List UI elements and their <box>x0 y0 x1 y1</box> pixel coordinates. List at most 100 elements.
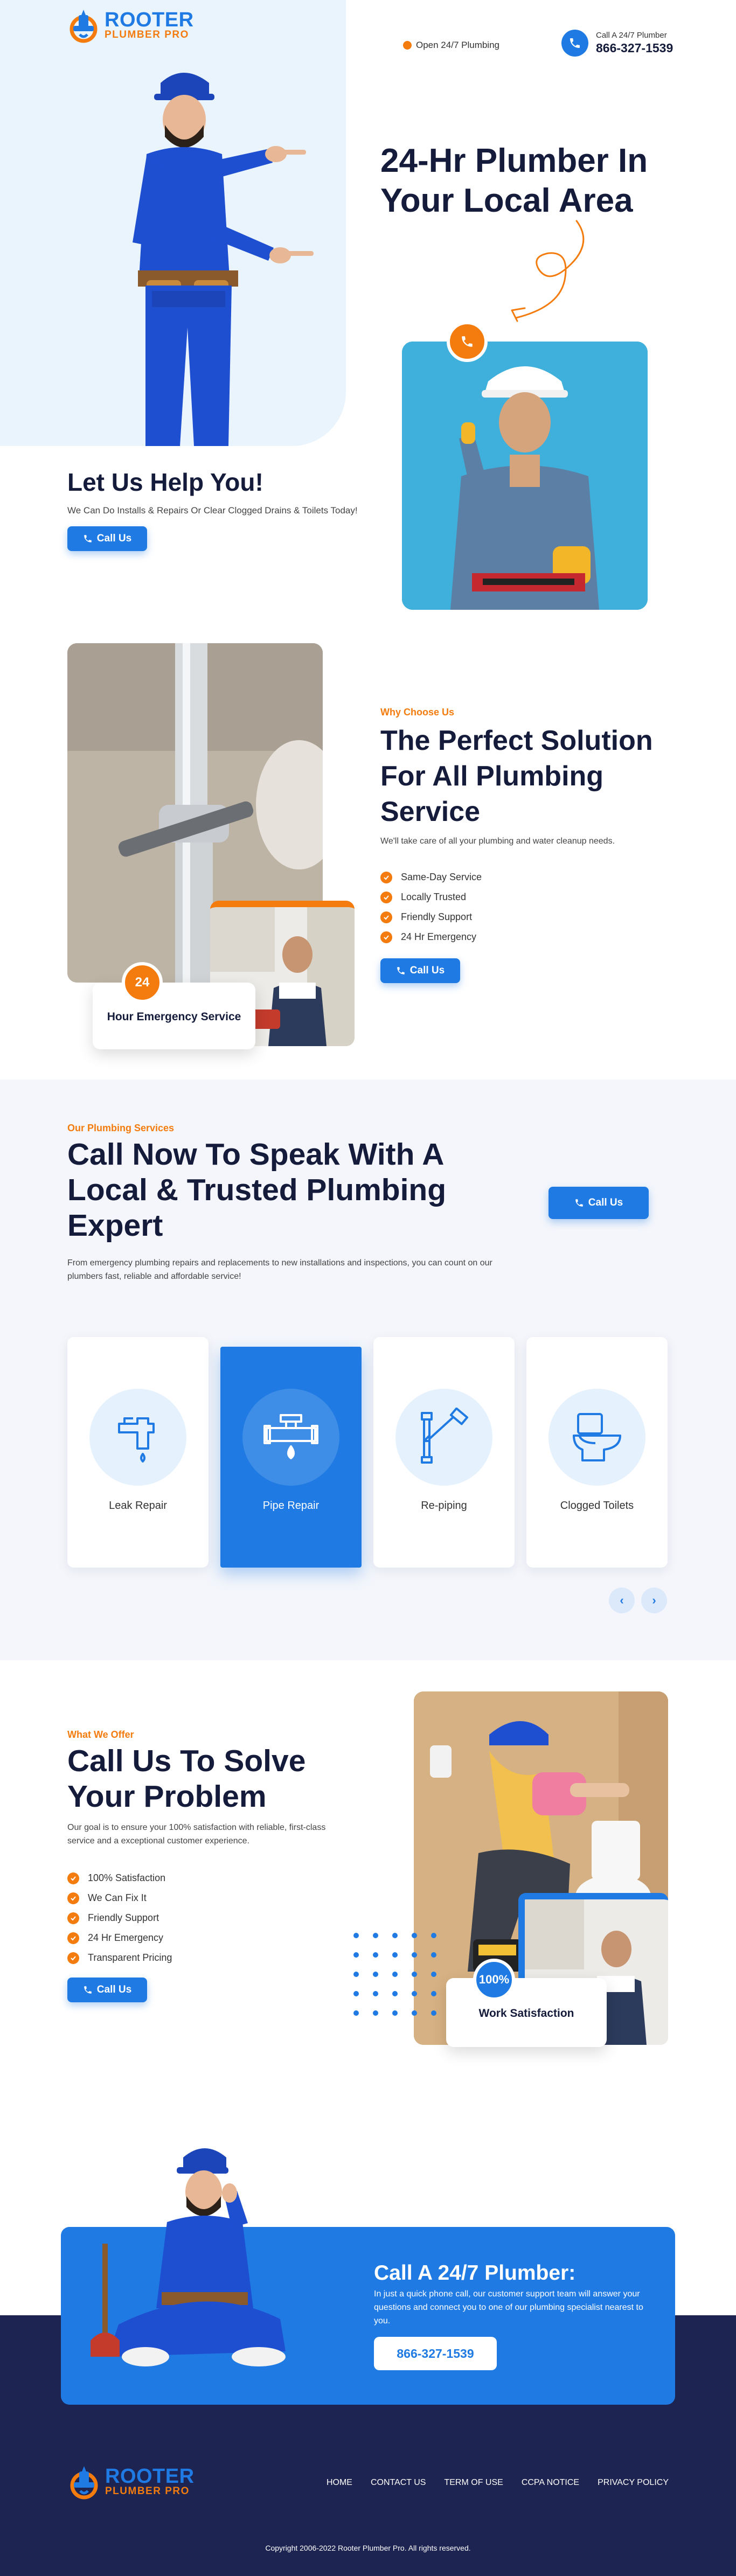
services-call-label: Call Us <box>588 1197 623 1208</box>
hero-call-button[interactable]: Call Us <box>67 526 147 551</box>
emergency-badge-text: Hour Emergency Service <box>107 1011 241 1023</box>
satisfaction-badge-card: Work Satisfaction <box>446 1978 607 2047</box>
service-card-leak-repair[interactable]: Leak Repair <box>67 1337 209 1568</box>
logo-name-top: ROOTER <box>105 9 194 31</box>
pipe-elbow-icon <box>395 1389 492 1486</box>
why-call-button[interactable]: Call Us <box>380 958 460 983</box>
logo-mark-icon <box>70 10 98 43</box>
hero-plumber-illustration <box>133 73 314 446</box>
feature-label: 100% Satisfaction <box>88 1872 166 1883</box>
check-icon <box>380 931 392 943</box>
help-heading: Let Us Help You! <box>67 468 263 496</box>
status-dot-icon <box>403 41 412 50</box>
list-item: 24 Hr Emergency <box>380 927 482 947</box>
footer-link-terms[interactable]: TERM OF USE <box>444 2478 503 2488</box>
phone-icon <box>84 1986 92 1994</box>
service-label: Re-piping <box>421 1500 467 1512</box>
cta-text: In just a quick phone call, our customer… <box>374 2289 643 2326</box>
hero-call-label: Call Us <box>96 533 132 544</box>
carousel-next-button[interactable]: › <box>641 1588 667 1613</box>
hero-title: 24-Hr Plumber In Your Local Area <box>380 142 648 219</box>
plumber-thumbs-up-image <box>402 342 648 610</box>
open-247-badge: Open 24/7 Plumbing <box>403 40 499 51</box>
why-title: The Perfect Solution For All Plumbing Se… <box>380 725 653 827</box>
why-call-label: Call Us <box>409 965 445 976</box>
list-item: Friendly Support <box>67 1908 172 1928</box>
feature-label: 24 Hr Emergency <box>401 931 477 942</box>
check-icon <box>67 1872 79 1884</box>
footer-link-contact-us[interactable]: CONTACT US <box>371 2478 426 2488</box>
check-icon <box>67 1952 79 1964</box>
footer-logo[interactable]: ROOTER PLUMBER PRO <box>68 2464 195 2500</box>
arrow-doodle-icon <box>511 220 585 322</box>
list-item: Same-Day Service <box>380 867 482 887</box>
service-card-clogged-toilets[interactable]: Clogged Toilets <box>526 1337 668 1568</box>
offer-eyebrow: What We Offer <box>67 1729 134 1740</box>
hero-phone-icon[interactable] <box>447 321 488 362</box>
toilet-icon <box>548 1389 645 1486</box>
why-subtitle: We'll take care of all your plumbing and… <box>380 837 615 846</box>
feature-label: Same-Day Service <box>401 872 482 882</box>
list-item: Locally Trusted <box>380 887 482 907</box>
services-title: Call Now To Speak With A Local & Trusted… <box>67 1137 447 1243</box>
header-call[interactable]: Call A 24/7 Plumber 866-327-1539 <box>561 30 673 57</box>
list-item: Transparent Pricing <box>67 1948 172 1968</box>
page: ROOTER PLUMBER PRO Open 24/7 Plumbing Ca… <box>0 0 736 2576</box>
offer-call-button[interactable]: Call Us <box>67 1978 147 2002</box>
feature-label: Transparent Pricing <box>88 1952 172 1963</box>
emergency-badge-number: 24 <box>122 962 163 1003</box>
hero-plumber-photo <box>402 342 648 610</box>
phone-icon <box>397 967 405 974</box>
header-call-label: Call A 24/7 Plumber <box>596 31 667 40</box>
offer-feature-list: 100% Satisfaction We Can Fix It Friendly… <box>67 1868 172 1968</box>
emergency-badge-card: Hour Emergency Service <box>93 983 255 1049</box>
feature-label: Friendly Support <box>401 911 473 922</box>
footer-link-home[interactable]: HOME <box>327 2478 352 2488</box>
carousel-prev-button[interactable]: ‹ <box>609 1588 635 1613</box>
logo-name-top: ROOTER <box>105 2465 195 2488</box>
phone-icon <box>561 30 588 57</box>
services-subtitle: From emergency plumbing repairs and repl… <box>67 1258 492 1281</box>
check-icon <box>380 911 392 923</box>
logo-name-bottom: PLUMBER PRO <box>105 2486 190 2497</box>
service-card-pipe-repair[interactable]: Pipe Repair <box>220 1347 362 1568</box>
services-eyebrow: Our Plumbing Services <box>67 1123 175 1133</box>
pipe-icon <box>242 1389 339 1486</box>
satisfaction-badge-number: 100% <box>473 1959 515 2001</box>
copyright-text: Copyright 2006-2022 Rooter Plumber Pro. … <box>265 2544 471 2552</box>
list-item: 24 Hr Emergency <box>67 1928 172 1948</box>
feature-label: Friendly Support <box>88 1912 159 1923</box>
site-logo[interactable]: ROOTER PLUMBER PRO <box>68 8 194 43</box>
sitting-plumber-illustration <box>91 2148 286 2366</box>
cta-title: Call A 24/7 Plumber: <box>374 2261 576 2285</box>
list-item: 100% Satisfaction <box>67 1868 172 1888</box>
check-icon <box>380 871 392 883</box>
logo-name-bottom: PLUMBER PRO <box>105 29 189 40</box>
service-label: Pipe Repair <box>262 1500 320 1512</box>
check-icon <box>380 891 392 903</box>
feature-label: Locally Trusted <box>401 892 467 902</box>
service-label: Clogged Toilets <box>560 1500 634 1512</box>
logo-mark-icon <box>70 2466 98 2500</box>
check-icon <box>67 1912 79 1924</box>
satisfaction-badge-text: Work Satisfaction <box>478 2007 574 2020</box>
list-item: Friendly Support <box>380 907 482 927</box>
faucet-icon <box>89 1389 186 1486</box>
feature-label: 24 Hr Emergency <box>88 1932 164 1943</box>
services-call-button[interactable]: Call Us <box>548 1187 649 1219</box>
phone-icon <box>84 535 92 542</box>
header-phone-number[interactable]: 866-327-1539 <box>596 41 673 55</box>
service-label: Leak Repair <box>109 1500 167 1512</box>
footer-nav: HOME CONTACT US TERM OF USE CCPA NOTICE … <box>327 2478 669 2488</box>
check-icon <box>67 1932 79 1944</box>
service-card-re-piping[interactable]: Re-piping <box>373 1337 515 1568</box>
open-label: Open 24/7 Plumbing <box>416 40 499 50</box>
footer-link-ccpa[interactable]: CCPA NOTICE <box>522 2478 579 2488</box>
offer-call-label: Call Us <box>96 1984 132 1995</box>
why-feature-list: Same-Day Service Locally Trusted Friendl… <box>380 867 482 947</box>
list-item: We Can Fix It <box>67 1888 172 1908</box>
footer-link-privacy[interactable]: PRIVACY POLICY <box>598 2478 669 2488</box>
feature-label: We Can Fix It <box>88 1892 147 1903</box>
decorative-dots <box>353 1933 436 2016</box>
cta-phone-button[interactable]: 866-327-1539 <box>374 2337 497 2370</box>
